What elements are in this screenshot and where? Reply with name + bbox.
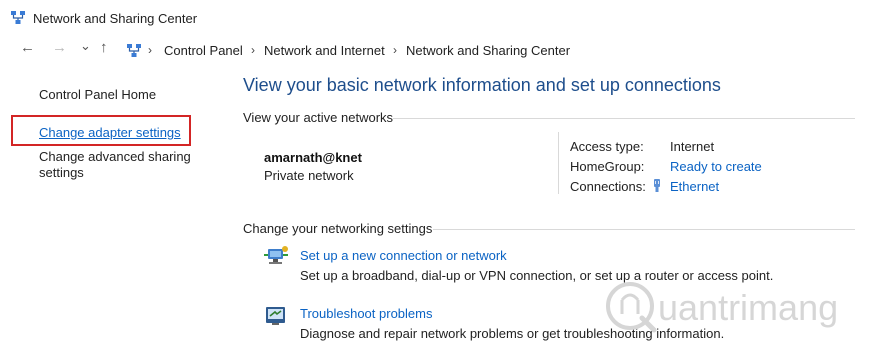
change-adapter-settings-link[interactable]: Change adapter settings [39, 125, 181, 140]
access-type-value: Internet [670, 139, 715, 154]
new-connection-icon [264, 246, 288, 264]
control-panel-home-link[interactable]: Control Panel Home [39, 87, 156, 102]
up-button[interactable]: ↑ [100, 39, 108, 56]
column-divider [558, 132, 559, 194]
change-advanced-sharing-link[interactable]: Change advanced sharing [39, 149, 191, 164]
active-networks-title: View your active networks [243, 110, 394, 125]
breadcrumb-separator: › [393, 43, 397, 57]
network-name: amarnath@knet [264, 150, 362, 165]
back-button[interactable]: ← [20, 39, 35, 56]
setup-connection-link[interactable]: Set up a new connection or network [300, 248, 507, 263]
breadcrumb-network-internet[interactable]: Network and Internet [264, 43, 385, 58]
breadcrumb-separator: › [148, 43, 152, 57]
breadcrumb-network-sharing-center[interactable]: Network and Sharing Center [406, 43, 570, 58]
ethernet-link[interactable]: Ethernet [670, 179, 719, 194]
page-title: View your basic network information and … [243, 75, 721, 95]
quantrimang-watermark-logo: uantrimang [606, 282, 838, 333]
breadcrumb-separator: › [251, 43, 255, 57]
section-divider [393, 118, 855, 119]
recent-locations-button[interactable]: ⌄ [80, 38, 91, 54]
breadcrumb-control-panel[interactable]: Control Panel [164, 43, 243, 58]
title-bar: Network and Sharing Center [0, 0, 869, 38]
forward-button[interactable]: → [52, 39, 67, 56]
homegroup-label: HomeGroup: [570, 159, 645, 174]
ethernet-icon [654, 179, 660, 192]
troubleshoot-problems-link[interactable]: Troubleshoot problems [300, 306, 432, 321]
section-divider [433, 229, 855, 230]
network-type[interactable]: Private network [264, 168, 354, 183]
change-settings-title: Change your networking settings [243, 221, 433, 236]
connections-label: Connections: [570, 179, 646, 194]
homegroup-ready-link[interactable]: Ready to create [670, 159, 762, 174]
troubleshoot-icon [266, 307, 285, 325]
svg-text:uantrimang: uantrimang [658, 287, 838, 328]
network-center-icon [127, 44, 141, 57]
window-title: Network and Sharing Center [33, 11, 198, 26]
network-center-icon [11, 11, 25, 24]
change-advanced-sharing-link-line2[interactable]: settings [39, 165, 84, 180]
access-type-label: Access type: [570, 139, 644, 154]
